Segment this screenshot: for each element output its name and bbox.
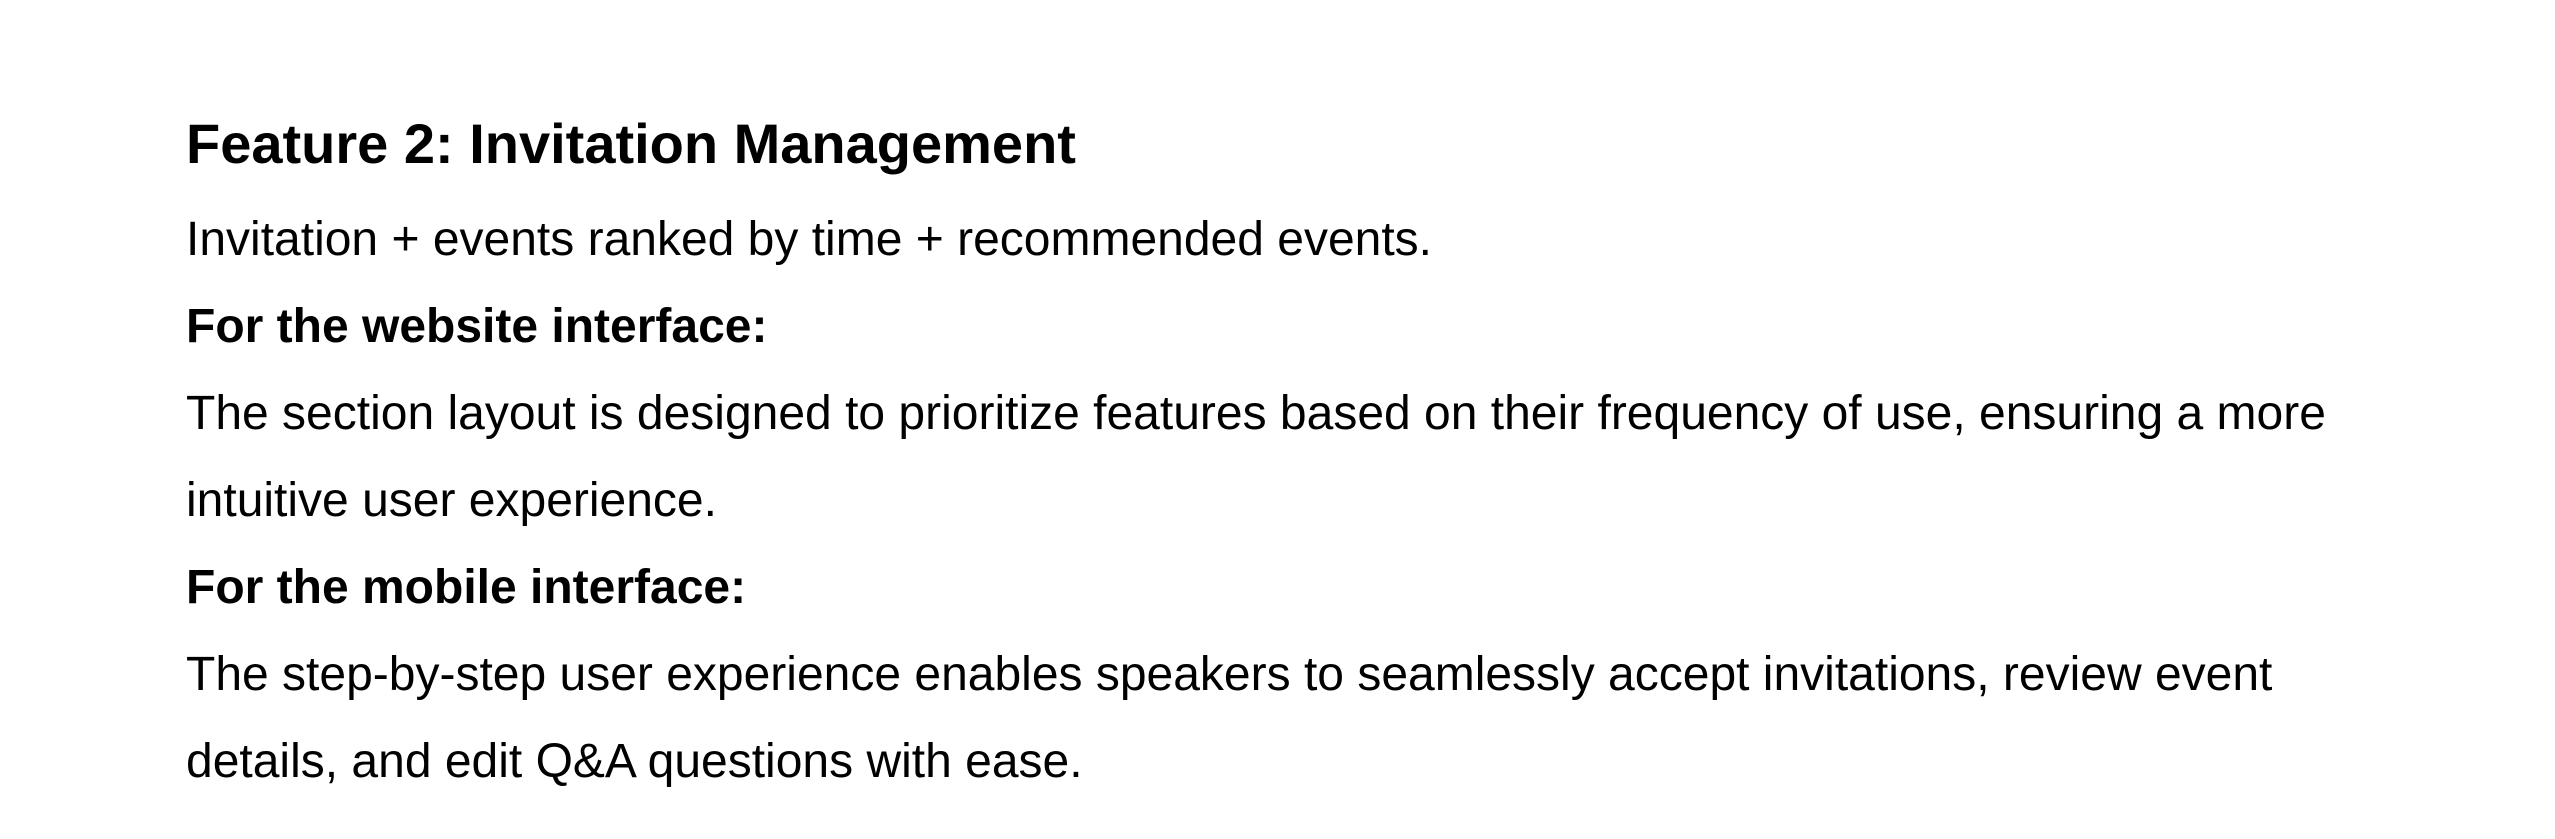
- document-page: Feature 2: Invitation Management Invitat…: [0, 0, 2555, 839]
- mobile-interface-text: The step-by-step user experience enables…: [186, 648, 2273, 788]
- website-interface-text: The section layout is designed to priori…: [186, 387, 2326, 527]
- feature-heading: Feature 2: Invitation Management: [186, 112, 1076, 175]
- website-interface-label: For the website interface:: [186, 300, 768, 353]
- feature-summary: Invitation + events ranked by time + rec…: [186, 213, 1433, 266]
- mobile-interface-label: For the mobile interface:: [186, 561, 747, 614]
- document-content: Feature 2: Invitation Management Invitat…: [186, 110, 2486, 805]
